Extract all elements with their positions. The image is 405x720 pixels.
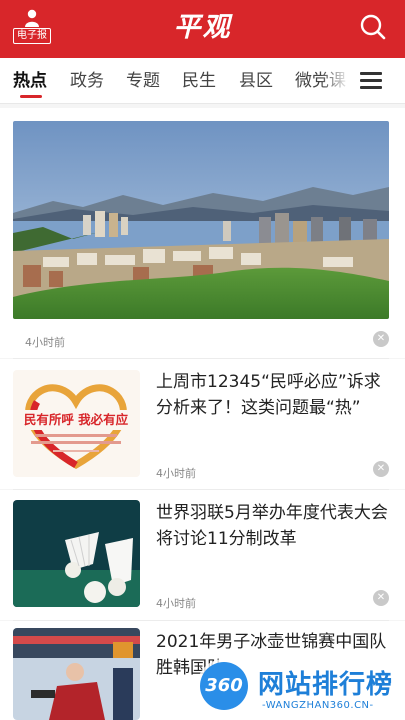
tab-topics[interactable]: 专题 bbox=[126, 68, 160, 94]
tabs-fade bbox=[320, 58, 350, 103]
article-title[interactable]: 上周市12345“民呼必应”诉求分析来了！这类问题最“热” bbox=[156, 369, 388, 421]
timestamp: 4小时前 bbox=[156, 597, 196, 610]
feed-item[interactable]: 世界羽联5月举办年度代表大会 将讨论11分制改革 4小时前 ✕ bbox=[0, 490, 405, 620]
city-photo bbox=[13, 121, 389, 319]
search-icon[interactable] bbox=[358, 12, 388, 42]
person-icon bbox=[25, 9, 39, 27]
epaper-button[interactable]: 电子报 bbox=[13, 9, 51, 45]
article-title[interactable]: 世界羽联5月举办年度代表大会 将讨论11分制改革 bbox=[156, 500, 388, 552]
feed-item[interactable]: 民有所呼 我必有应 上周市12345“民呼必应”诉求分析来了！这类问题最“热” … bbox=[0, 359, 405, 489]
thumbnail-caption: 民有所呼 我必有应 bbox=[24, 412, 129, 427]
watermark-title: 网站排行榜 bbox=[258, 670, 394, 700]
heart-logo-image: 民有所呼 我必有应 bbox=[17, 384, 136, 470]
curling-thumbnail bbox=[13, 628, 140, 720]
tab-government[interactable]: 政务 bbox=[70, 68, 104, 94]
close-icon[interactable]: ✕ bbox=[373, 331, 389, 347]
menu-icon[interactable] bbox=[360, 70, 384, 92]
tab-livelihood[interactable]: 民生 bbox=[182, 68, 216, 94]
close-icon[interactable]: ✕ bbox=[373, 590, 389, 606]
watermark-logo: 360 bbox=[200, 662, 248, 710]
shuttlecock-image bbox=[13, 500, 140, 607]
shuttlecock-thumbnail bbox=[13, 500, 140, 607]
app-logo: 平观 bbox=[173, 12, 232, 43]
timestamp: 4小时前 bbox=[156, 467, 196, 480]
epaper-label: 电子报 bbox=[13, 28, 51, 44]
watermark-subtitle: -WANGZHAN360.CN- bbox=[262, 700, 374, 711]
timestamp: 4小时前 bbox=[25, 336, 65, 349]
feed-item-big[interactable]: 4小时前 ✕ bbox=[0, 108, 405, 358]
curling-image bbox=[13, 628, 140, 720]
hotline-thumbnail: 民有所呼 我必有应 bbox=[13, 370, 140, 477]
close-icon[interactable]: ✕ bbox=[373, 461, 389, 477]
tab-hot[interactable]: 热点 bbox=[13, 68, 47, 94]
watermark: 360 网站排行榜 -WANGZHAN360.CN- bbox=[196, 658, 405, 720]
app-header: 电子报 平观 bbox=[0, 0, 405, 58]
active-tab-indicator bbox=[20, 95, 42, 98]
tab-counties[interactable]: 县区 bbox=[239, 68, 273, 94]
